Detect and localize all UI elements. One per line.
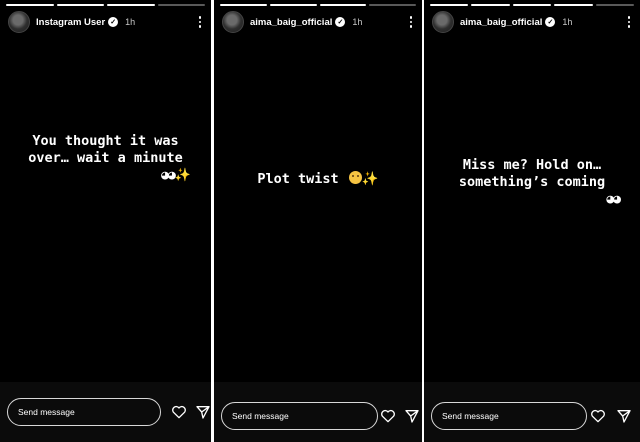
avatar[interactable] bbox=[432, 11, 454, 33]
more-options-icon[interactable] bbox=[406, 16, 416, 28]
progress-segment bbox=[269, 4, 317, 6]
story-header: aima_baig_official ✓ 1h bbox=[432, 11, 634, 33]
caption-line: over… wait a minute bbox=[28, 150, 183, 166]
progress-segment bbox=[512, 4, 552, 6]
story-caption: Miss me? Hold on… something’s coming ◕◕ bbox=[424, 157, 640, 208]
send-message-input[interactable]: Send message bbox=[221, 402, 378, 430]
sparkles-icon: ✨ bbox=[174, 168, 191, 183]
progress-segment bbox=[471, 4, 510, 6]
send-icon[interactable] bbox=[195, 404, 211, 420]
progress-segment bbox=[595, 4, 635, 6]
story-header: aima_baig_official ✓ 1h bbox=[222, 11, 416, 33]
story-caption: Plot twist ✨ bbox=[214, 171, 422, 188]
shushing-face-emoji bbox=[348, 171, 362, 184]
heart-icon[interactable] bbox=[590, 408, 606, 424]
story-progress-bar bbox=[220, 4, 416, 6]
send-message-input[interactable]: Send message bbox=[431, 402, 587, 430]
post-time: 1h bbox=[125, 17, 136, 27]
username[interactable]: aima_baig_official bbox=[250, 17, 332, 28]
send-message-placeholder: Send message bbox=[232, 411, 289, 421]
username[interactable]: aima_baig_official bbox=[460, 17, 542, 28]
progress-segment bbox=[56, 4, 104, 6]
progress-segment bbox=[319, 4, 367, 6]
verified-badge-icon: ✓ bbox=[335, 17, 346, 27]
story-panel-2[interactable]: aima_baig_official ✓ 1h Plot twist ✨ Sen… bbox=[214, 0, 422, 442]
progress-segment bbox=[554, 4, 593, 6]
caption-line: Plot twist bbox=[257, 171, 339, 187]
verified-badge-icon: ✓ bbox=[108, 17, 119, 27]
caption-line: Miss me? Hold on… bbox=[462, 157, 602, 173]
post-time: 1h bbox=[562, 17, 573, 27]
story-progress-bar bbox=[430, 4, 635, 6]
story-footer: Send message bbox=[214, 382, 422, 442]
eyes-emoji: ◕◕ bbox=[606, 192, 621, 207]
send-icon[interactable] bbox=[616, 408, 632, 424]
send-message-placeholder: Send message bbox=[442, 411, 499, 421]
progress-segment bbox=[430, 4, 469, 6]
story-progress-bar bbox=[6, 4, 205, 6]
sparkles-icon: ✨ bbox=[361, 171, 379, 187]
heart-icon[interactable] bbox=[380, 408, 396, 424]
progress-segment bbox=[107, 4, 155, 6]
progress-segment bbox=[369, 4, 416, 6]
story-panel-1[interactable]: Instagram User ✓ 1h You thought it was o… bbox=[0, 0, 211, 442]
story-caption: You thought it was over… wait a minute ◕… bbox=[0, 133, 211, 184]
story-panel-3[interactable]: aima_baig_official ✓ 1h Miss me? Hold on… bbox=[424, 0, 640, 442]
progress-segment bbox=[220, 4, 267, 6]
story-header: Instagram User ✓ 1h bbox=[8, 11, 205, 33]
avatar[interactable] bbox=[222, 11, 244, 33]
avatar[interactable] bbox=[8, 11, 30, 33]
story-footer: Send message bbox=[424, 382, 640, 442]
send-message-input[interactable]: Send message bbox=[7, 398, 161, 426]
post-time: 1h bbox=[352, 17, 363, 27]
caption-line: You thought it was bbox=[32, 133, 179, 149]
heart-icon[interactable] bbox=[171, 404, 187, 420]
more-options-icon[interactable] bbox=[195, 16, 205, 28]
progress-segment bbox=[6, 4, 54, 6]
username[interactable]: Instagram User bbox=[36, 17, 105, 28]
eyes-emoji: ◕◕✨ bbox=[161, 168, 191, 183]
send-message-placeholder: Send message bbox=[18, 407, 75, 417]
progress-segment bbox=[157, 4, 205, 6]
story-footer: Send message bbox=[0, 382, 211, 442]
verified-badge-icon: ✓ bbox=[545, 17, 556, 27]
caption-line: something’s coming bbox=[458, 174, 606, 190]
send-icon[interactable] bbox=[404, 408, 420, 424]
more-options-icon[interactable] bbox=[624, 16, 634, 28]
